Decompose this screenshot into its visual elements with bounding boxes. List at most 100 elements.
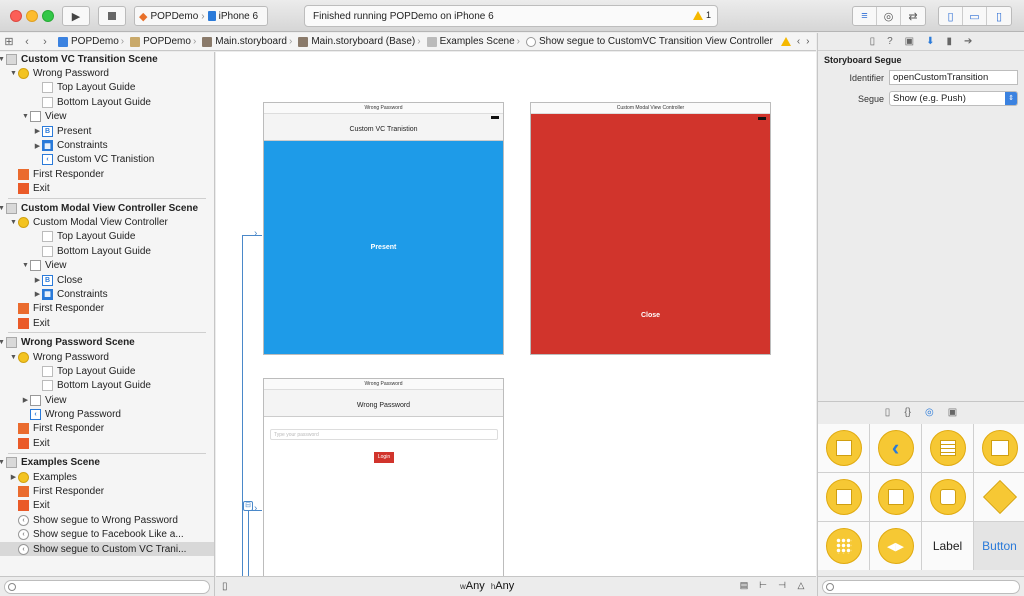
code-snippet-icon[interactable]: {} <box>904 407 911 418</box>
breadcrumb-scene[interactable]: Examples Scene › <box>423 36 522 47</box>
page-view-controller-item[interactable] <box>870 473 921 521</box>
outline-item[interactable]: First Responder <box>0 167 214 181</box>
disclosure-triangle-icon[interactable]: ▶ <box>9 473 18 481</box>
outline-item[interactable]: ‹ Show segue to Facebook Like a... <box>0 528 214 542</box>
object-item[interactable] <box>974 473 1024 521</box>
disclosure-triangle-icon[interactable]: ▶ <box>33 142 42 150</box>
outline-item[interactable]: ▶ B Close <box>0 273 214 287</box>
present-button[interactable]: Present <box>371 244 397 251</box>
outline-item[interactable]: Bottom Layout Guide <box>0 95 214 109</box>
outline-item[interactable]: ▼ View <box>0 110 214 124</box>
outline-item[interactable]: ▼ Custom Modal View Controller <box>0 215 214 229</box>
navigation-controller-item[interactable]: ‹ <box>870 424 921 472</box>
disclosure-triangle-icon[interactable]: ▶ <box>21 396 30 404</box>
label-item[interactable]: Label <box>922 522 973 570</box>
navigator-toggle-icon[interactable]: ▯ <box>939 7 963 25</box>
storyboard-canvas[interactable]: › › ⊟ Wrong Password Custom VC Tranistio… <box>216 52 816 576</box>
disclosure-triangle-icon[interactable]: ▼ <box>9 219 18 226</box>
disclosure-triangle-icon[interactable]: ▼ <box>21 113 30 120</box>
connections-inspector-icon[interactable]: ➔ <box>964 36 972 47</box>
outline-item[interactable]: ▶ ▦ Constraints <box>0 287 214 301</box>
stop-button[interactable] <box>98 6 126 26</box>
resolve-icon[interactable]: △ <box>794 580 808 592</box>
identity-inspector-icon[interactable]: ▣ <box>905 36 914 47</box>
outline-item[interactable]: First Responder <box>0 422 214 436</box>
table-view-controller-item[interactable] <box>922 424 973 472</box>
outline-item[interactable]: Exit <box>0 182 214 196</box>
warning-icon[interactable] <box>780 37 791 46</box>
outline-item[interactable]: ▼ Wrong Password <box>0 66 214 80</box>
media-library-icon[interactable]: ▣ <box>948 407 957 418</box>
size-class-control[interactable]: wAny hAny <box>460 580 514 592</box>
forward-arrow-icon[interactable]: › <box>36 36 54 48</box>
disclosure-triangle-icon[interactable]: ▼ <box>21 262 30 269</box>
outline-item[interactable]: ▶ ▦ Constraints <box>0 138 214 152</box>
disclosure-triangle-icon[interactable]: ▼ <box>9 70 18 77</box>
pin-icon[interactable]: ⊣ <box>775 580 789 592</box>
password-field[interactable]: Type your password <box>270 429 498 440</box>
back-arrow-icon[interactable]: ‹ <box>18 36 36 48</box>
outline-item[interactable]: Top Layout Guide <box>0 364 214 378</box>
outline-item[interactable]: ▶ View <box>0 393 214 407</box>
outline-scene-row[interactable]: ▼Custom VC Transition Scene <box>0 52 214 66</box>
outline-item[interactable]: Exit <box>0 436 214 450</box>
file-template-icon[interactable]: ▯ <box>885 407 891 418</box>
scene-custom-modal-vc[interactable]: Custom Modal View Controller Close <box>530 102 771 355</box>
outline-item[interactable]: ‹ Wrong Password <box>0 407 214 421</box>
outline-item[interactable]: Bottom Layout Guide <box>0 244 214 258</box>
outline-scene-row[interactable]: ▼Examples Scene <box>0 456 214 470</box>
segue-badge-icon[interactable]: ⊟ <box>243 501 253 511</box>
segue-kind-popup[interactable]: Show (e.g. Push) ⇕ <box>889 91 1018 106</box>
outline-item[interactable]: Exit <box>0 499 214 513</box>
av-player-view-controller-item[interactable]: ◀▶ <box>870 522 921 570</box>
segue-line[interactable] <box>248 509 249 576</box>
chevron-right-icon[interactable]: › <box>806 36 809 47</box>
align-icon[interactable]: ⊢ <box>756 580 770 592</box>
close-button[interactable]: Close <box>531 312 770 319</box>
scheme-selector[interactable]: ◆ POPDemo › iPhone 6 <box>134 6 268 26</box>
run-button[interactable]: ▶ <box>62 6 90 26</box>
chevron-left-icon[interactable]: ‹ <box>797 36 800 47</box>
scene-wrong-password[interactable]: Wrong Password Wrong Password Type your … <box>263 378 504 576</box>
view-controller-item[interactable] <box>818 424 869 472</box>
identifier-field[interactable]: openCustomTransition <box>889 70 1018 85</box>
outline-scene-row[interactable]: ▼Wrong Password Scene <box>0 335 214 349</box>
breadcrumb-segue[interactable]: Show segue to CustomVC Transition View C… <box>522 36 773 47</box>
quick-help-icon[interactable]: ? <box>887 36 893 47</box>
related-items-icon[interactable]: ⊞ <box>0 35 18 48</box>
split-view-controller-item[interactable] <box>818 473 869 521</box>
breadcrumb-folder[interactable]: POPDemo › <box>126 36 198 47</box>
breadcrumb-storyboard[interactable]: Main.storyboard › <box>198 36 294 47</box>
outline-item[interactable]: ‹ Show segue to Custom VC Trani... <box>0 541 214 557</box>
outline-filter-input[interactable] <box>4 580 210 594</box>
segue-line[interactable] <box>242 235 243 576</box>
outline-scene-row[interactable]: ▼Custom Modal View Controller Scene <box>0 201 214 215</box>
outline-item[interactable]: ▼ View <box>0 258 214 272</box>
outline-item[interactable]: ▶ B Present <box>0 124 214 138</box>
minimize-window-button[interactable] <box>26 10 38 22</box>
disclosure-triangle-icon[interactable]: ▶ <box>33 276 42 284</box>
zoom-window-button[interactable] <box>42 10 54 22</box>
version-editor-icon[interactable]: ⇄ <box>901 7 925 25</box>
file-inspector-icon[interactable]: ▯ <box>870 36 876 47</box>
disclosure-triangle-icon[interactable]: ▼ <box>9 354 18 361</box>
outline-item[interactable]: ▼ Wrong Password <box>0 350 214 364</box>
warning-indicator[interactable]: 1 <box>692 10 711 20</box>
login-button[interactable]: Login <box>374 452 394 463</box>
outline-item[interactable]: First Responder <box>0 302 214 316</box>
glkit-view-controller-item[interactable] <box>922 473 973 521</box>
breadcrumb-storyboard-base[interactable]: Main.storyboard (Base) › <box>294 36 422 47</box>
outline-toggle-icon[interactable]: ▯ <box>222 581 228 592</box>
breadcrumb-project[interactable]: POPDemo › <box>54 36 126 47</box>
button-item[interactable]: Button <box>974 522 1024 570</box>
outline-item[interactable]: First Responder <box>0 484 214 498</box>
outline-item[interactable]: Exit <box>0 316 214 330</box>
outline-item[interactable]: Bottom Layout Guide <box>0 379 214 393</box>
scene-custom-vc-transition[interactable]: Wrong Password Custom VC Tranistion Pres… <box>263 102 504 355</box>
close-window-button[interactable] <box>10 10 22 22</box>
outline-item[interactable]: ‹ Show segue to Wrong Password <box>0 513 214 527</box>
disclosure-triangle-icon[interactable]: ▶ <box>33 127 42 135</box>
size-inspector-icon[interactable]: ▮ <box>947 36 953 47</box>
collection-view-controller-item[interactable] <box>818 522 869 570</box>
outline-item[interactable]: ‹ Custom VC Tranistion <box>0 153 214 167</box>
